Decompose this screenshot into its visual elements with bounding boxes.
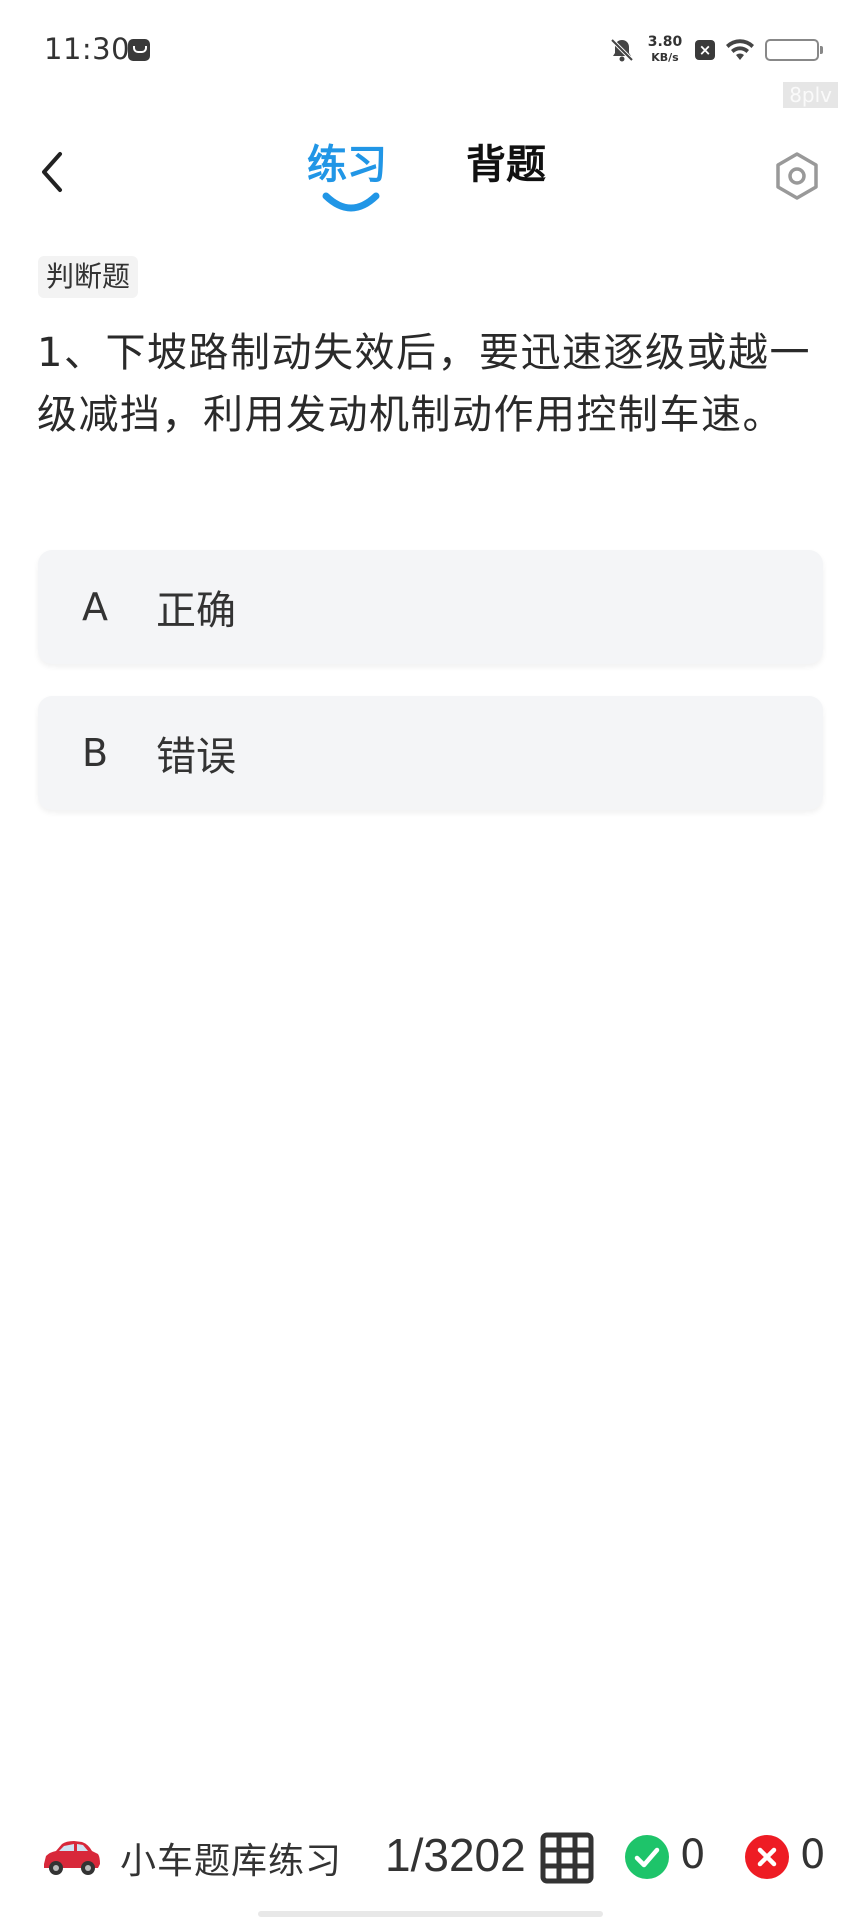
active-tab-indicator [322, 190, 380, 216]
no-sim-icon: × [695, 40, 715, 60]
chevron-left-icon [42, 152, 62, 192]
status-indicators: 3.80 KB/s × [609, 30, 823, 70]
correct-count: 0 [680, 1832, 706, 1878]
option-a-letter: A [82, 585, 108, 629]
network-speed-value: 3.80 [647, 34, 683, 50]
correct-check-icon [624, 1834, 670, 1880]
option-a[interactable]: A 正确 [38, 550, 823, 664]
question-progress: 1/3202 [385, 1829, 526, 1881]
hexagon-settings-icon [776, 152, 818, 200]
back-button[interactable] [26, 146, 78, 198]
wrong-cross-icon [744, 1834, 790, 1880]
tab-recite[interactable]: 背题 [466, 132, 546, 190]
grid-icon [540, 1832, 594, 1884]
question-text: 1、下坡路制动失效后，要迅速逐级或越一级减挡，利用发动机制动作用控制车速。 [37, 330, 811, 438]
home-indicator[interactable] [258, 1911, 603, 1917]
network-speed: 3.80 KB/s [645, 35, 685, 65]
option-b-letter: B [82, 731, 109, 775]
car-icon [40, 1834, 102, 1878]
battery-icon [765, 39, 823, 61]
option-a-text: 正确 [156, 588, 236, 634]
wrong-count: 0 [800, 1832, 826, 1878]
settings-button[interactable] [771, 150, 823, 202]
mute-bell-icon [609, 37, 635, 63]
tab-practice[interactable]: 练习 [307, 132, 387, 190]
bottom-bar: 小车题库练习 1/3202 0 0 [0, 1820, 861, 1896]
wifi-icon [725, 38, 755, 62]
status-bar: 11:30 3.80 KB/s × 8plv [0, 0, 861, 108]
network-speed-unit: KB/s [651, 51, 679, 64]
question-grid-button[interactable] [540, 1832, 594, 1884]
question-bank-label: 小车题库练习 [120, 1841, 343, 1882]
message-notification-icon [128, 39, 150, 61]
option-b-text: 错误 [156, 734, 236, 780]
option-b[interactable]: B 错误 [38, 696, 823, 810]
watermark-label: 8plv [783, 82, 838, 108]
question-type-badge: 判断题 [38, 256, 139, 298]
top-navigation: 练习 背题 [0, 120, 861, 230]
status-time: 11:30 [44, 32, 131, 66]
